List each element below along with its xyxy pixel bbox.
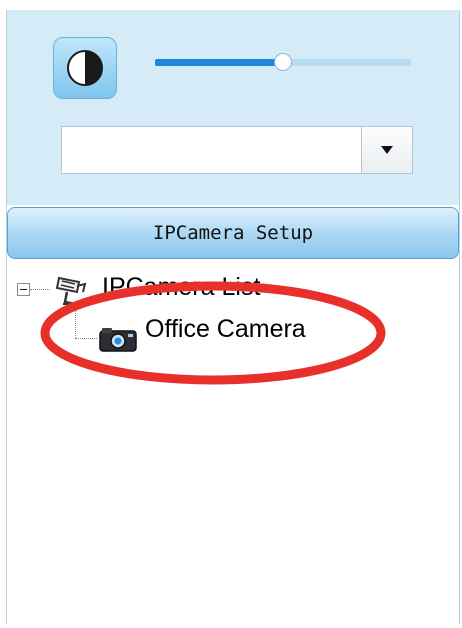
dropdown-arrow-icon [381, 146, 393, 154]
tree-item-office-camera[interactable]: Office Camera [145, 315, 306, 344]
ip-camera-icon [99, 328, 137, 352]
dropdown-arrow-button[interactable] [361, 127, 412, 173]
collapse-toggle[interactable] [17, 283, 30, 296]
ipcamera-setup-button[interactable]: IPCamera Setup [7, 207, 459, 259]
tree-connector [75, 338, 97, 339]
tree-connector [75, 308, 76, 338]
tree-root-label[interactable]: IPCamera List [102, 273, 260, 302]
camera-list-icon [55, 276, 87, 306]
slider-fill [155, 59, 283, 66]
control-area [7, 10, 459, 205]
slider-thumb[interactable] [274, 53, 292, 71]
contrast-icon [67, 50, 103, 86]
tree-connector [30, 289, 50, 290]
camera-side-panel: IPCamera Setup IPCamera List Office Came… [6, 10, 460, 624]
camera-select-dropdown[interactable] [61, 126, 413, 174]
contrast-button[interactable] [53, 37, 117, 99]
brightness-slider[interactable] [155, 53, 411, 71]
camera-tree: IPCamera List Office Camera [7, 265, 459, 605]
